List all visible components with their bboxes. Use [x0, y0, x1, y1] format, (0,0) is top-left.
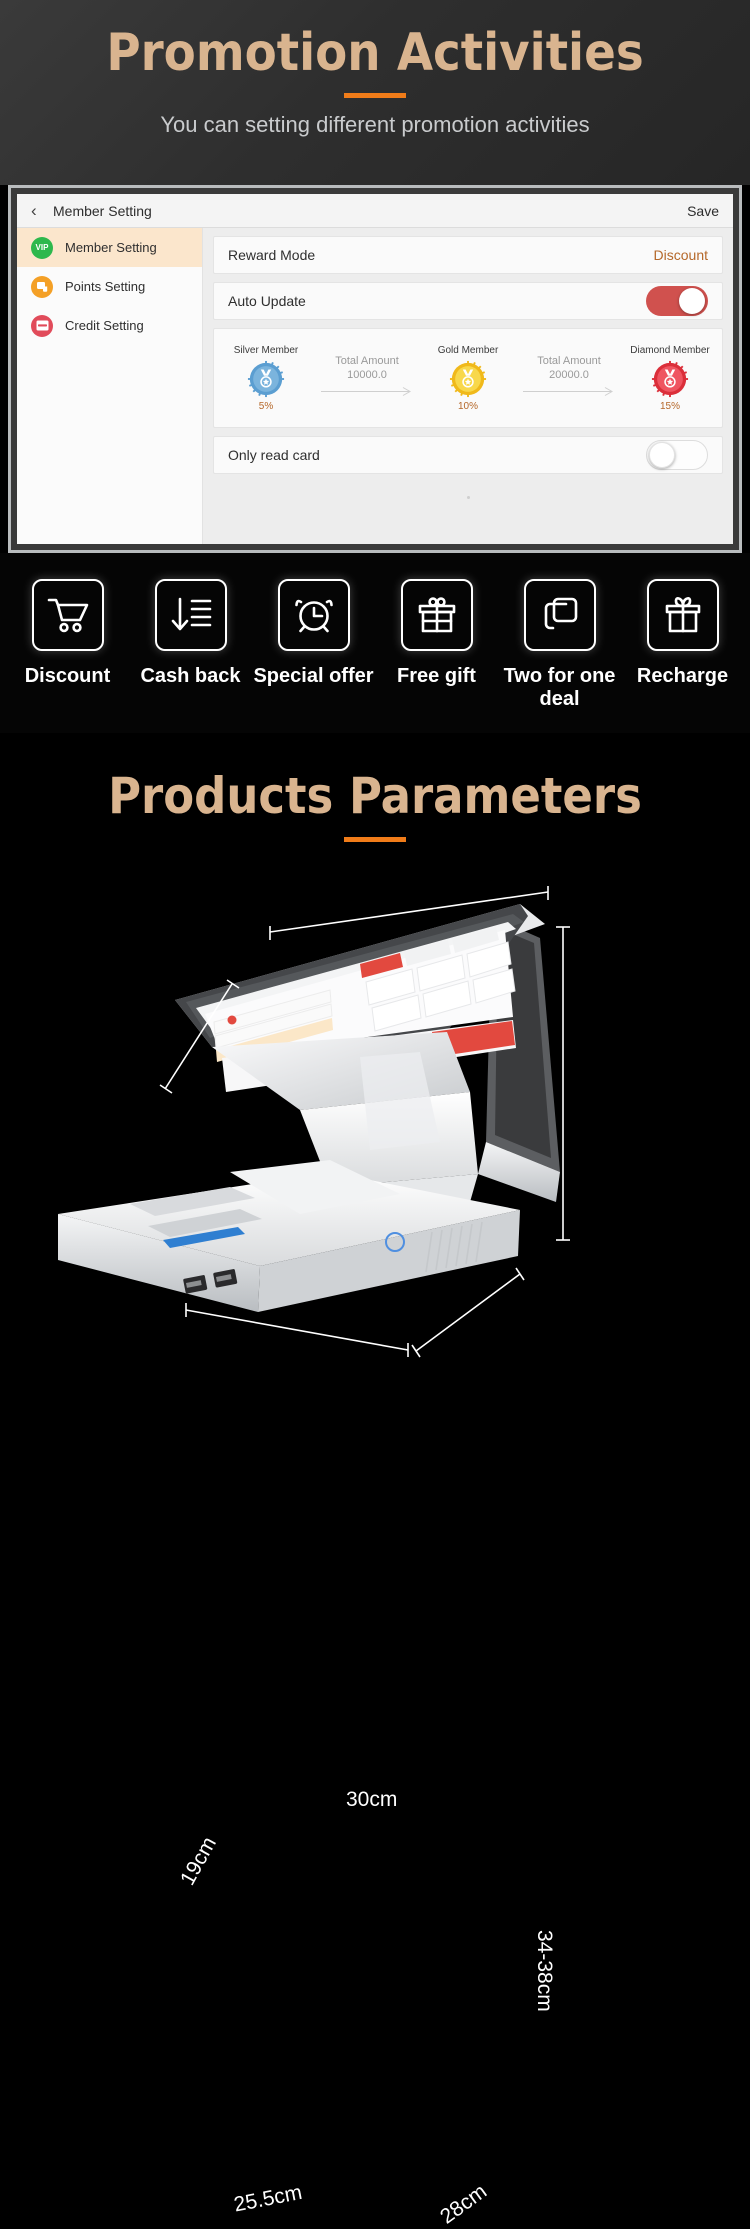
tier-name: Gold Member	[437, 344, 499, 356]
silver-medal-icon	[247, 360, 285, 397]
parameters-title: Products Parameters	[108, 767, 642, 825]
tier-name: Silver Member	[233, 344, 299, 356]
screen-title: Member Setting	[53, 202, 152, 219]
sidebar-item-label: Member Setting	[65, 240, 157, 255]
page-dot	[466, 496, 470, 499]
chevron-left-icon[interactable]: ‹	[31, 202, 49, 219]
connector-label: Total Amount	[537, 355, 601, 368]
dimension-base-depth: 28cm	[436, 2179, 492, 2229]
sidebar-item-label: Credit Setting	[65, 318, 144, 333]
feature-two-for-one-deal[interactable]: Two for one deal	[498, 579, 621, 711]
shopping-cart-icon	[31, 579, 104, 651]
feature-label: Special offer	[253, 665, 374, 687]
credit-card-icon	[31, 314, 53, 337]
sidebar-item-credit-setting[interactable]: Credit Setting	[17, 306, 202, 345]
feature-special-offer[interactable]: Special offer	[252, 579, 375, 688]
member-setting-screen: ‹ Member Setting Save VIP Member Setting…	[17, 194, 733, 544]
tier-silver[interactable]: Silver Member 5%	[220, 345, 312, 412]
device-bezel: ‹ Member Setting Save VIP Member Setting…	[8, 185, 742, 553]
connector-value: 20000.0	[549, 369, 589, 381]
tier-connector-2: Total Amount 20000.0	[514, 355, 624, 401]
vip-badge-icon: VIP	[31, 236, 53, 259]
copy-squares-icon	[523, 579, 596, 651]
dimension-total-height: 34-38cm	[533, 1930, 556, 2012]
toggle-knob	[649, 442, 675, 468]
promotion-title: Promotion Activities	[106, 23, 644, 83]
feature-label: Cash back	[140, 665, 241, 687]
product-photo: 30cm 19cm 34-38cm 25.5cm 28cm	[0, 842, 750, 2229]
toggle-knob	[679, 288, 705, 314]
gold-medal-icon	[449, 360, 487, 397]
member-tiers-card: Silver Member 5% Total Amount 10000.0 Go…	[213, 328, 723, 428]
tier-connector-1: Total Amount 10000.0	[312, 355, 422, 401]
tier-percent: 15%	[659, 400, 680, 412]
connector-value: 10000.0	[347, 369, 387, 381]
connector-label: Total Amount	[335, 355, 399, 368]
feature-icons-row: Discount Cash back Special offer Free gi…	[0, 553, 750, 733]
tier-percent: 5%	[258, 400, 274, 412]
auto-update-row[interactable]: Auto Update	[213, 282, 723, 320]
sidebar-item-member-setting[interactable]: VIP Member Setting	[17, 228, 202, 267]
reward-mode-value[interactable]: Discount	[654, 247, 708, 263]
alarm-clock-icon	[277, 579, 350, 651]
sidebar-item-label: Points Setting	[65, 279, 146, 294]
promotion-header: Promotion Activities You can setting dif…	[0, 0, 750, 185]
auto-update-toggle[interactable]	[646, 286, 708, 316]
save-button[interactable]: Save	[687, 203, 719, 219]
sidebar-item-points-setting[interactable]: Points Setting	[17, 267, 202, 306]
title-underline-accent	[344, 92, 406, 98]
sort-descending-list-icon	[154, 579, 227, 651]
arrow-right-icon	[321, 386, 412, 396]
feature-recharge[interactable]: Recharge	[621, 579, 744, 688]
page-indicator	[213, 482, 723, 504]
feature-label: Discount	[24, 665, 111, 687]
promotion-subtitle: You can setting different promotion acti…	[160, 111, 590, 137]
auto-update-label: Auto Update	[228, 293, 306, 309]
points-card-icon	[31, 275, 53, 298]
arrow-right-icon	[523, 386, 614, 396]
only-read-card-label: Only read card	[228, 447, 320, 463]
tier-percent: 10%	[457, 400, 478, 412]
dimension-screen-width: 30cm	[346, 1788, 398, 1811]
pos-terminal-illustration	[58, 886, 570, 1358]
tier-gold[interactable]: Gold Member 10%	[422, 345, 514, 412]
dimension-base-width: 25.5cm	[232, 2180, 304, 2217]
feature-label: Two for one deal	[503, 665, 616, 710]
screen-topbar: ‹ Member Setting Save	[17, 194, 733, 228]
device-screenshot-wrapper: ‹ Member Setting Save VIP Member Setting…	[0, 185, 750, 553]
tier-diamond[interactable]: Diamond Member 15%	[624, 345, 716, 412]
feature-label: Recharge	[636, 665, 729, 687]
parameters-header: Products Parameters	[0, 733, 750, 842]
dimension-screen-depth: 19cm	[176, 1833, 222, 1890]
feature-label: Free gift	[397, 665, 476, 687]
settings-main-panel: Reward Mode Discount Auto Update Silver …	[203, 228, 733, 544]
screen-body: VIP Member Setting Points Setting Credit…	[17, 228, 733, 544]
reward-mode-row[interactable]: Reward Mode Discount	[213, 236, 723, 274]
feature-cash-back[interactable]: Cash back	[129, 579, 252, 688]
only-read-card-toggle[interactable]	[646, 440, 708, 470]
gift-bow-icon	[646, 579, 719, 651]
reward-mode-label: Reward Mode	[228, 247, 316, 263]
diamond-medal-icon	[651, 360, 689, 397]
feature-free-gift[interactable]: Free gift	[375, 579, 498, 688]
settings-sidebar: VIP Member Setting Points Setting Credit…	[17, 228, 203, 544]
tier-name: Diamond Member	[630, 344, 710, 356]
feature-discount[interactable]: Discount	[6, 579, 129, 688]
gift-box-icon	[400, 579, 473, 651]
only-read-card-row[interactable]: Only read card	[213, 436, 723, 474]
